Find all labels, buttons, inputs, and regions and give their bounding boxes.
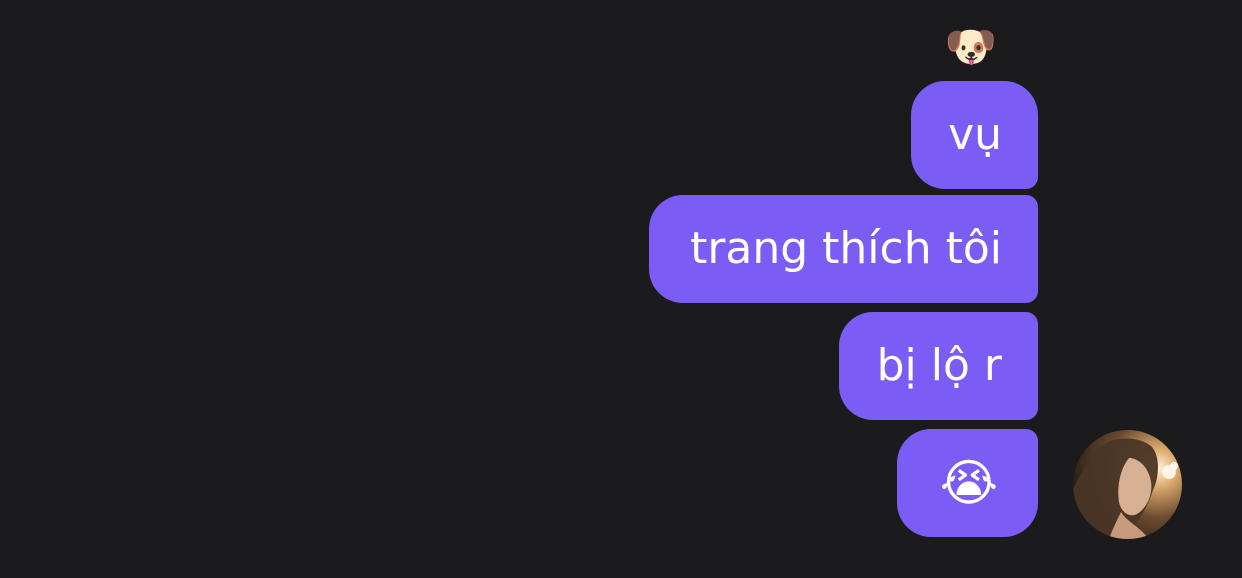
avatar-photo-icon — [1073, 438, 1178, 539]
message-bubble-4-emoji[interactable]: 😭 — [897, 429, 1038, 537]
message-reaction-dog-emoji[interactable]: 🐶 — [944, 22, 998, 72]
message-bubble-2[interactable]: trang thích tôi — [649, 195, 1038, 303]
message-bubble-3[interactable]: bị lộ r — [839, 312, 1038, 420]
message-bubble-1[interactable]: vụ — [911, 81, 1038, 189]
avatar[interactable] — [1073, 430, 1182, 539]
